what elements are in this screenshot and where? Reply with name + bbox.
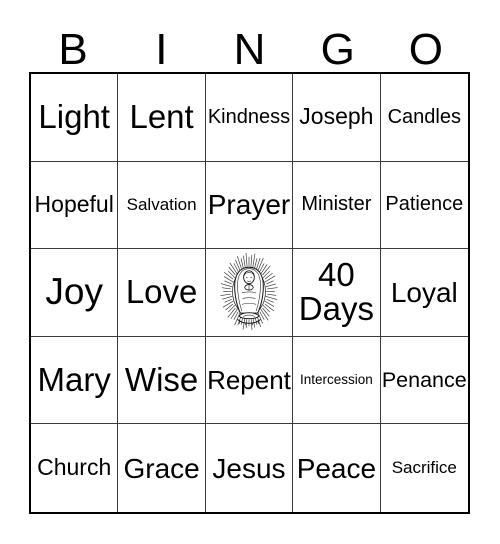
header-letter-g: G (320, 25, 355, 74)
bingo-cell-label: Mary (37, 360, 111, 398)
bingo-cell-label: Loyal (390, 276, 458, 308)
bingo-cell-free-space[interactable] (205, 249, 294, 337)
bingo-cell-g-5[interactable]: Peace (293, 424, 381, 512)
header-letter-i: I (155, 25, 168, 74)
bingo-cell-n-4[interactable]: Repent (205, 336, 294, 425)
bingo-cell-b-1[interactable]: Light (31, 74, 119, 162)
bingo-cell-g-1[interactable]: Joseph (293, 74, 381, 162)
header-letter-o: O (408, 25, 444, 74)
bingo-cell-label: Candles (387, 105, 461, 128)
bingo-cell-label: Prayer (207, 189, 291, 221)
bingo-cell-label: Salvation (126, 195, 197, 215)
bingo-cell-b-5[interactable]: Church (31, 424, 119, 512)
bingo-cell-b-2[interactable]: Hopeful (31, 161, 119, 250)
bingo-cell-n-2[interactable]: Prayer (205, 161, 294, 250)
bingo-cell-g-4[interactable]: Intercession (293, 336, 381, 425)
bingo-cell-g-2[interactable]: Minister (293, 161, 381, 250)
header-letter-b: B (58, 25, 88, 74)
bingo-cell-label: Lent (129, 98, 194, 136)
our-lady-of-guadalupe-image (220, 252, 278, 330)
bingo-cell-o-2[interactable]: Patience (380, 161, 468, 250)
bingo-cell-label: Kindness (207, 105, 291, 128)
bingo-cell-label: Minister (301, 193, 372, 216)
bingo-cell-label: Repent (207, 364, 291, 395)
bingo-cell-i-4[interactable]: Wise (118, 336, 206, 425)
bingo-cell-label: Love (125, 273, 198, 311)
bingo-card: B I N G O Light Lent Kindness Joseph Candles… (0, 0, 500, 544)
bingo-cell-o-3[interactable]: Loyal (380, 249, 468, 337)
bingo-cell-i-2[interactable]: Salvation (118, 161, 206, 250)
bingo-cell-i-3[interactable]: Love (118, 249, 206, 337)
bingo-cell-o-4[interactable]: Penance (380, 336, 468, 425)
bingo-cell-b-3[interactable]: Joy (31, 249, 119, 337)
bingo-cell-o-5[interactable]: Sacrifice (380, 424, 468, 512)
bingo-cell-b-4[interactable]: Mary (31, 336, 119, 425)
bingo-cell-n-1[interactable]: Kindness (205, 74, 294, 162)
bingo-cell-label: Light (38, 98, 110, 136)
bingo-cell-i-5[interactable]: Grace (118, 424, 206, 512)
bingo-cell-label: Intercession (299, 372, 373, 388)
bingo-cell-g-3[interactable]: 40 Days (293, 249, 381, 337)
bingo-cell-label: Joseph (299, 103, 374, 130)
bingo-header: B I N G O (29, 18, 470, 72)
bingo-cell-label: Church (37, 454, 112, 481)
bingo-cell-label: Grace (123, 452, 200, 484)
bingo-cell-label: Hopeful (34, 190, 114, 217)
bingo-cell-i-1[interactable]: Lent (118, 74, 206, 162)
bingo-cell-label: Patience (385, 193, 464, 216)
bingo-cell-label: Joy (45, 271, 103, 313)
bingo-cell-label: 40 Days (298, 256, 374, 328)
bingo-cell-label: Sacrifice (391, 458, 457, 478)
bingo-cell-label: Penance (381, 367, 467, 392)
bingo-cell-label: Peace (296, 452, 377, 484)
bingo-cell-label: Wise (124, 360, 199, 398)
bingo-cell-n-5[interactable]: Jesus (205, 424, 294, 512)
bingo-cell-label: Jesus (212, 452, 286, 484)
header-letter-n: N (233, 25, 266, 74)
bingo-cell-o-1[interactable]: Candles (380, 74, 468, 162)
bingo-grid: Light Lent Kindness Joseph Candles Hopeful Sal… (29, 72, 470, 514)
